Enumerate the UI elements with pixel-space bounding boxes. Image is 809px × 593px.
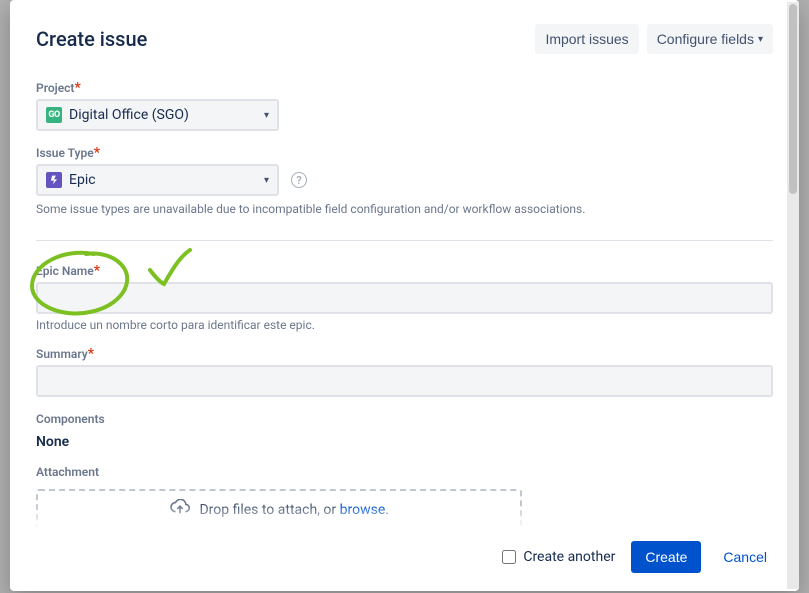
issue-type-note: Some issue types are unavailable due to … — [36, 202, 773, 216]
dropzone-text: Drop files to attach, or browse. — [199, 502, 389, 518]
epic-name-help: Introduce un nombre corto para identific… — [36, 318, 773, 332]
summary-input[interactable] — [36, 365, 773, 397]
issue-type-label: Issue Type — [36, 146, 94, 160]
configure-fields-label: Configure fields — [657, 31, 754, 47]
attachment-dropzone[interactable]: Drop files to attach, or browse. — [36, 489, 522, 529]
summary-label: Summary — [36, 347, 88, 361]
epic-name-field: Epic Name* Introduce un nombre corto par… — [36, 263, 773, 332]
dropzone-prefix: Drop files to attach, or — [199, 502, 339, 518]
chevron-down-icon: ▾ — [758, 34, 763, 45]
components-label: Components — [36, 412, 105, 426]
required-asterisk: * — [88, 346, 94, 362]
help-icon[interactable]: ? — [291, 172, 307, 188]
modal-header: Create issue Import issues Configure fie… — [36, 24, 773, 54]
project-select[interactable]: GO Digital Office (SGO) ▾ — [36, 99, 279, 131]
chevron-down-icon: ▾ — [264, 175, 269, 186]
epic-name-input[interactable] — [36, 282, 773, 314]
create-issue-modal: Create issue Import issues Configure fie… — [10, 0, 799, 591]
attachment-label: Attachment — [36, 465, 99, 479]
create-button[interactable]: Create — [631, 541, 701, 573]
import-issues-button[interactable]: Import issues — [535, 24, 638, 54]
create-another-wrap[interactable]: Create another — [498, 547, 615, 567]
issue-type-field: Issue Type* Epic ▾ ? Some issue types ar… — [36, 145, 773, 216]
issue-type-select[interactable]: Epic ▾ — [36, 164, 279, 196]
required-asterisk: * — [74, 80, 80, 96]
cancel-button[interactable]: Cancel — [717, 548, 773, 566]
dropzone-dot: . — [385, 502, 389, 518]
epic-name-label: Epic Name — [36, 264, 94, 278]
issue-type-select-value: Epic — [69, 172, 96, 188]
create-another-checkbox[interactable] — [502, 550, 516, 564]
project-field: Project* GO Digital Office (SGO) ▾ — [36, 80, 773, 131]
configure-fields-button[interactable]: Configure fields ▾ — [647, 24, 773, 54]
modal-body: Create issue Import issues Configure fie… — [10, 0, 799, 529]
project-select-value: Digital Office (SGO) — [69, 107, 189, 123]
epic-icon — [46, 172, 62, 188]
components-field: Components None — [36, 411, 773, 450]
create-another-label: Create another — [523, 549, 615, 565]
project-avatar-icon: GO — [46, 107, 62, 123]
required-asterisk: * — [94, 145, 100, 161]
scrollbar-thumb[interactable] — [789, 4, 797, 194]
required-asterisk: * — [94, 263, 100, 279]
components-value: None — [36, 434, 773, 450]
chevron-down-icon: ▾ — [264, 110, 269, 121]
attachment-field: Attachment Drop files to attach, or brow… — [36, 464, 773, 529]
upload-cloud-icon — [169, 499, 191, 521]
modal-title: Create issue — [36, 27, 147, 51]
browse-link[interactable]: browse — [340, 502, 386, 518]
header-actions: Import issues Configure fields ▾ — [535, 24, 773, 54]
project-label: Project — [36, 81, 74, 95]
section-divider — [36, 240, 773, 241]
summary-field: Summary* — [36, 346, 773, 397]
scrollbar-track[interactable] — [787, 2, 799, 589]
modal-footer: Create another Create Cancel — [10, 529, 799, 591]
